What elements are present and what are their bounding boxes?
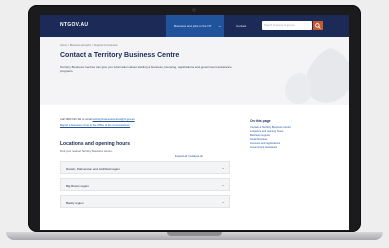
- camera-icon: [192, 8, 196, 12]
- accordion-item[interactable]: Big Rivers region ⌄: [60, 178, 230, 191]
- search-input[interactable]: Search business.nt.gov.au: [262, 21, 312, 30]
- email-link[interactable]: territorybusinesscentres@nt.gov.au: [92, 118, 134, 121]
- locations-heading: Locations and opening hours: [60, 141, 130, 147]
- header-tab-business[interactable]: Business and jobs in the NT ⌄: [166, 15, 224, 37]
- search-icon: [315, 22, 321, 29]
- accordion-item[interactable]: Darwin, Palmerston and Litchfield region…: [60, 161, 230, 174]
- decorative-leaf-graphic: [285, 48, 349, 105]
- accordion-item[interactable]: Barkly region ⌄: [60, 195, 230, 208]
- chevron-down-icon: ⌄: [221, 182, 225, 187]
- site-logo[interactable]: NTGOV.AU: [60, 22, 88, 28]
- page-intro: Territory Business Centres can give you …: [60, 65, 232, 74]
- on-this-page-sidebar: On this page Contact a Territory Busines…: [250, 119, 330, 151]
- chevron-down-icon: ⌄: [221, 199, 225, 204]
- accordion-label: Darwin, Palmerston and Litchfield region: [66, 166, 120, 171]
- chevron-down-icon: ⌄: [221, 165, 225, 170]
- breadcrumb[interactable]: Home > Business and jobs > Support for b…: [60, 44, 118, 47]
- accordion-label: Barkly region: [66, 200, 84, 205]
- helper-link[interactable]: Report a business crime to the Office of…: [60, 124, 130, 127]
- chevron-down-icon: ⌄: [218, 23, 222, 28]
- sidebar-heading: On this page: [250, 119, 271, 123]
- search-placeholder: Search business.nt.gov.au: [264, 24, 295, 27]
- sidebar-link[interactable]: Government assistance: [250, 146, 330, 150]
- laptop-notch: [167, 232, 222, 236]
- contact-phone-line: Call 1800 193 111 or email territorybusi…: [60, 118, 135, 121]
- laptop-screen: NTGOV.AU Business and jobs in the NT ⌄ C…: [40, 15, 349, 230]
- laptop-scene: NTGOV.AU Business and jobs in the NT ⌄ C…: [0, 0, 389, 248]
- header-tab-label: Business and jobs in the NT: [174, 24, 212, 28]
- hero-banner: Home > Business and jobs > Support for b…: [40, 37, 349, 105]
- page-title: Contact a Territory Business Centre: [60, 52, 180, 59]
- expand-all-button[interactable]: Expand all: [175, 155, 187, 158]
- search-button[interactable]: [313, 21, 323, 30]
- site-header: NTGOV.AU Business and jobs in the NT ⌄ C…: [40, 15, 349, 37]
- phone-text: Call 1800 193 111 or email: [60, 118, 92, 121]
- expand-controls: Expand all | Collapse all: [175, 155, 203, 158]
- locations-subtitle: Find your nearest Territory Business Cen…: [60, 150, 113, 153]
- collapse-all-button[interactable]: Collapse all: [189, 155, 202, 158]
- contact-link[interactable]: Contact: [236, 24, 246, 28]
- accordion-label: Big Rivers region: [66, 183, 89, 188]
